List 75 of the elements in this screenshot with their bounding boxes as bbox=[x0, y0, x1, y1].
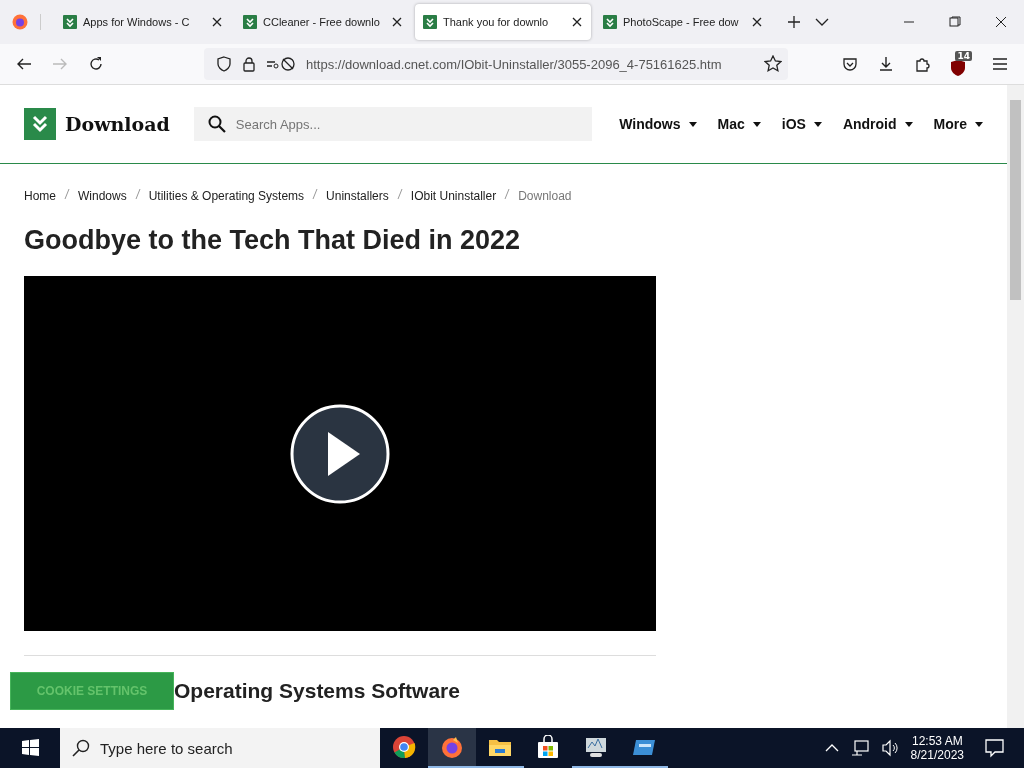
permissions-icon bbox=[266, 56, 296, 72]
address-bar[interactable]: https://download.cnet.com/IObit-Uninstaller/3055-2096_4-75161625.htm bbox=[204, 48, 788, 80]
logo-icon[interactable] bbox=[24, 108, 56, 140]
monitor-icon bbox=[584, 735, 608, 759]
browser-tab[interactable]: CCleaner - Free downlo bbox=[235, 4, 411, 40]
tab-title: CCleaner - Free downlo bbox=[263, 16, 381, 28]
play-button-icon[interactable] bbox=[290, 403, 390, 504]
article-headline: Goodbye to the Tech That Died in 2022 bbox=[24, 225, 522, 256]
shield-icon bbox=[216, 56, 232, 72]
nav-menu[interactable]: Mac bbox=[717, 116, 761, 132]
network-icon[interactable] bbox=[850, 739, 869, 757]
page-icon bbox=[603, 15, 617, 29]
nav-menu[interactable]: Windows bbox=[619, 116, 697, 132]
shopping-bag-icon bbox=[536, 735, 560, 759]
slash-icon bbox=[504, 189, 511, 199]
close-icon[interactable] bbox=[751, 16, 763, 28]
url-text: https://download.cnet.com/IObit-Uninstaller/3055-2096_4-75161625.htm bbox=[306, 56, 723, 72]
breadcrumb-link[interactable]: Uninstallers bbox=[326, 189, 389, 203]
breadcrumb-link[interactable]: Home bbox=[24, 189, 56, 203]
caret-icon bbox=[904, 121, 913, 127]
search-icon bbox=[207, 115, 226, 133]
section-heading: Operating Systems Software bbox=[174, 679, 460, 703]
tab-title: Apps for Windows - C bbox=[83, 16, 191, 28]
tab-title: Thank you for downlo bbox=[443, 16, 550, 28]
new-tab-icon[interactable] bbox=[787, 15, 801, 29]
clock-date[interactable]: 8/21/2023 bbox=[910, 748, 964, 762]
breadcrumb-link[interactable]: Utilities & Operating Systems bbox=[148, 189, 305, 203]
reload-icon[interactable] bbox=[88, 56, 104, 72]
breadcrumb-link[interactable]: Windows bbox=[78, 189, 127, 203]
browser-tab[interactable]: PhotoScape - Free dow bbox=[595, 4, 771, 40]
firefox-icon[interactable] bbox=[12, 14, 28, 30]
caret-icon bbox=[752, 121, 761, 127]
nav-menu[interactable]: More bbox=[933, 116, 983, 132]
browser-tab[interactable]: Thank you for downlo bbox=[415, 4, 591, 40]
nav-menu[interactable]: iOS bbox=[781, 116, 822, 132]
slash-icon bbox=[312, 189, 319, 199]
firefox-icon bbox=[440, 735, 464, 759]
page-icon bbox=[243, 15, 257, 29]
close-icon[interactable] bbox=[571, 16, 583, 28]
caret-icon bbox=[975, 121, 983, 127]
breadcrumb-current: Download bbox=[518, 189, 572, 203]
speaker-icon[interactable] bbox=[880, 739, 899, 757]
menu-icon[interactable] bbox=[992, 56, 1008, 72]
download-icon[interactable] bbox=[878, 56, 894, 72]
bookmark-star-icon[interactable] bbox=[764, 55, 782, 73]
logo-text[interactable]: Download bbox=[65, 113, 170, 135]
slash-icon bbox=[134, 189, 141, 199]
caret-icon bbox=[688, 121, 697, 127]
back-icon[interactable] bbox=[16, 56, 32, 72]
extension-button[interactable]: 14 bbox=[950, 51, 972, 77]
slash-icon bbox=[64, 189, 70, 199]
scrollbar-thumb[interactable] bbox=[1010, 100, 1021, 300]
tab-title: PhotoScape - Free dow bbox=[623, 16, 740, 28]
scrollbar[interactable] bbox=[1007, 85, 1024, 728]
clock-time[interactable]: 12:53 AM bbox=[911, 734, 963, 748]
browser-tab[interactable]: Apps for Windows - C bbox=[55, 4, 231, 40]
page-icon bbox=[423, 15, 437, 29]
breadcrumb-link[interactable]: IObit Uninstaller bbox=[410, 189, 497, 203]
close-icon[interactable] bbox=[391, 16, 403, 28]
search-field[interactable]: Search Apps... bbox=[193, 107, 592, 141]
close-icon[interactable] bbox=[211, 16, 223, 28]
slash-icon bbox=[396, 189, 403, 199]
search-placeholder: Type here to search bbox=[100, 739, 233, 757]
search-icon bbox=[72, 739, 90, 757]
shield-icon bbox=[950, 59, 966, 77]
taskbar-app[interactable] bbox=[428, 728, 476, 768]
chrome-icon bbox=[392, 735, 416, 759]
puzzle-icon[interactable] bbox=[914, 56, 930, 72]
lock-icon bbox=[242, 56, 256, 72]
nav-menu[interactable]: Android bbox=[842, 116, 913, 132]
page-icon bbox=[63, 15, 77, 29]
taskbar-search-field[interactable]: Type here to search bbox=[60, 728, 380, 768]
pocket-icon[interactable] bbox=[842, 56, 858, 72]
caret-icon bbox=[813, 121, 822, 127]
extension-badge: 14 bbox=[955, 51, 972, 61]
